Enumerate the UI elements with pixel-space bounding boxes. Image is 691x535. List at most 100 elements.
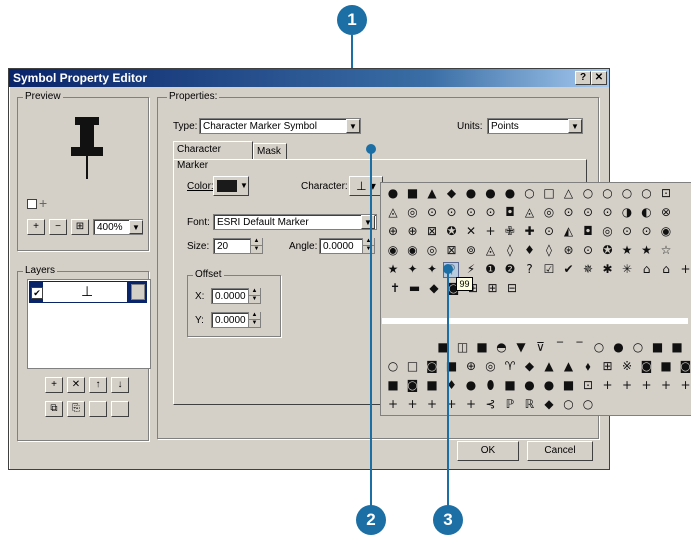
character-cell[interactable]: ◆ [542, 397, 556, 411]
character-cell[interactable]: ⊠ [445, 243, 459, 257]
character-cell[interactable]: ◭ [562, 224, 576, 238]
character-cell[interactable]: ⊙ [542, 224, 556, 238]
character-cell[interactable]: ◙ [425, 359, 439, 373]
character-cell[interactable]: ⊰ [484, 397, 498, 411]
angle-spinner[interactable]: ▲ ▼ [362, 238, 374, 254]
character-cell[interactable]: + [484, 224, 498, 238]
character-cell[interactable]: ✔ [562, 262, 576, 276]
character-cell[interactable]: ✙ [503, 224, 517, 238]
character-cell[interactable]: ○ [581, 186, 595, 200]
character-cell[interactable]: + [640, 378, 654, 392]
character-cell[interactable]: ❷ [503, 262, 517, 276]
character-cell[interactable]: ▬ [408, 281, 422, 295]
character-cell[interactable]: ■ [503, 378, 517, 392]
offset-y-spinner[interactable]: ▲ ▼ [248, 312, 260, 328]
character-cell[interactable]: ♈ [503, 359, 517, 373]
character-cell[interactable]: ● [503, 186, 517, 200]
character-cell[interactable]: ■ [659, 359, 673, 373]
character-cell[interactable]: ⚡ [464, 262, 478, 276]
character-cell[interactable]: ▲ [542, 359, 556, 373]
ok-button[interactable]: OK [457, 441, 519, 461]
character-cell[interactable]: ◘ [503, 205, 517, 219]
character-cell[interactable]: ✕ [464, 224, 478, 238]
character-cell[interactable]: ◑ [620, 205, 634, 219]
character-cell[interactable]: ◆ [445, 186, 459, 200]
character-cell[interactable]: ◬ [484, 243, 498, 257]
copy-layer-button[interactable]: ⧉ [45, 401, 63, 417]
character-cell[interactable]: ⊙ [601, 205, 615, 219]
type-select[interactable]: Character Marker Symbol [199, 118, 361, 134]
character-cell[interactable]: ■ [406, 186, 420, 200]
character-cell[interactable]: ◉ [659, 224, 673, 238]
font-dropdown-button[interactable]: ▼ [361, 215, 375, 229]
character-cell[interactable]: ✪ [601, 243, 615, 257]
layer-option-button[interactable] [89, 401, 107, 417]
character-cell[interactable]: ⊙ [620, 224, 634, 238]
zoom-in-button[interactable]: + [27, 219, 45, 235]
character-cell[interactable]: ⊠ [425, 224, 439, 238]
character-cell[interactable]: ◊ [542, 243, 556, 257]
character-cell[interactable]: ○ [640, 186, 654, 200]
character-cell[interactable]: ◬ [523, 205, 537, 219]
tab-mask[interactable]: Mask [253, 143, 287, 159]
character-cell[interactable]: ✚ [523, 224, 537, 238]
character-cell[interactable]: ☆ [659, 243, 673, 257]
tab-character-marker[interactable]: Character Marker [173, 141, 253, 171]
character-cell[interactable]: ⊙ [464, 205, 478, 219]
character-cell[interactable]: ■ [386, 378, 400, 392]
add-layer-button[interactable]: + [45, 377, 63, 393]
character-cell[interactable]: ● [542, 378, 556, 392]
character-cell[interactable]: ◎ [406, 205, 420, 219]
character-cell[interactable]: ❶ [484, 262, 498, 276]
character-cell[interactable]: ■ [562, 378, 576, 392]
character-cell[interactable]: ◎ [425, 243, 439, 257]
character-cell[interactable]: ✳ [620, 262, 634, 276]
character-cell[interactable]: ○ [620, 186, 634, 200]
character-cell[interactable]: ⊙ [640, 224, 654, 238]
character-cell[interactable]: ■ [425, 378, 439, 392]
character-cell[interactable]: ? [523, 262, 537, 276]
preview-checkbox[interactable] [27, 199, 37, 209]
character-cell[interactable]: ◐ [640, 205, 654, 219]
character-cell[interactable]: ◓ [495, 340, 509, 354]
character-cell[interactable]: △ [562, 186, 576, 200]
character-cell[interactable]: ⊙ [562, 205, 576, 219]
character-cell[interactable]: ⊙ [445, 205, 459, 219]
character-cell[interactable]: ● [464, 186, 478, 200]
character-cell[interactable]: ● [523, 378, 537, 392]
type-dropdown-button[interactable]: ▼ [346, 119, 360, 133]
character-picker[interactable]: ⊥ ▾ [349, 176, 383, 196]
character-cell[interactable]: + [386, 397, 400, 411]
character-cell[interactable]: ○ [631, 340, 645, 354]
character-cell[interactable]: ◊ [503, 243, 517, 257]
character-cell[interactable]: ◫ [456, 340, 470, 354]
character-cell[interactable]: ○ [562, 397, 576, 411]
character-cell[interactable]: ◙ [679, 359, 691, 373]
character-cell[interactable]: □ [542, 186, 556, 200]
character-cell[interactable]: ✦ [406, 262, 420, 276]
color-picker[interactable]: ▼ [213, 176, 249, 196]
actual-size-button[interactable]: ⊞ [71, 219, 89, 235]
layer-checkbox[interactable]: ✔ [31, 287, 43, 299]
cancel-button[interactable]: Cancel [527, 441, 593, 461]
character-cell[interactable]: ◎ [601, 224, 615, 238]
character-cell[interactable]: ⊕ [386, 224, 400, 238]
character-cell[interactable]: ‾ [553, 340, 567, 354]
help-button[interactable]: ? [575, 71, 591, 85]
units-dropdown-button[interactable]: ▼ [568, 119, 582, 133]
character-cell[interactable]: ℙ [503, 397, 517, 411]
character-cell[interactable]: ○ [592, 340, 606, 354]
character-cell[interactable]: ⊙ [581, 243, 595, 257]
character-cell[interactable]: ● [484, 186, 498, 200]
zoom-out-button[interactable]: − [49, 219, 67, 235]
character-cell[interactable]: ◘ [581, 224, 595, 238]
character-cell[interactable]: ◆ [523, 359, 537, 373]
character-cell[interactable]: ☑ [542, 262, 556, 276]
character-cell[interactable]: ⬧ [581, 359, 595, 373]
character-cell[interactable]: ※ [620, 359, 634, 373]
move-layer-up-button[interactable]: ↑ [89, 377, 107, 393]
character-cell[interactable]: ⊙ [425, 205, 439, 219]
character-cell[interactable]: ◉ [406, 243, 420, 257]
character-cell[interactable]: ✝ [388, 281, 402, 295]
character-cell[interactable]: ◎ [484, 359, 498, 373]
